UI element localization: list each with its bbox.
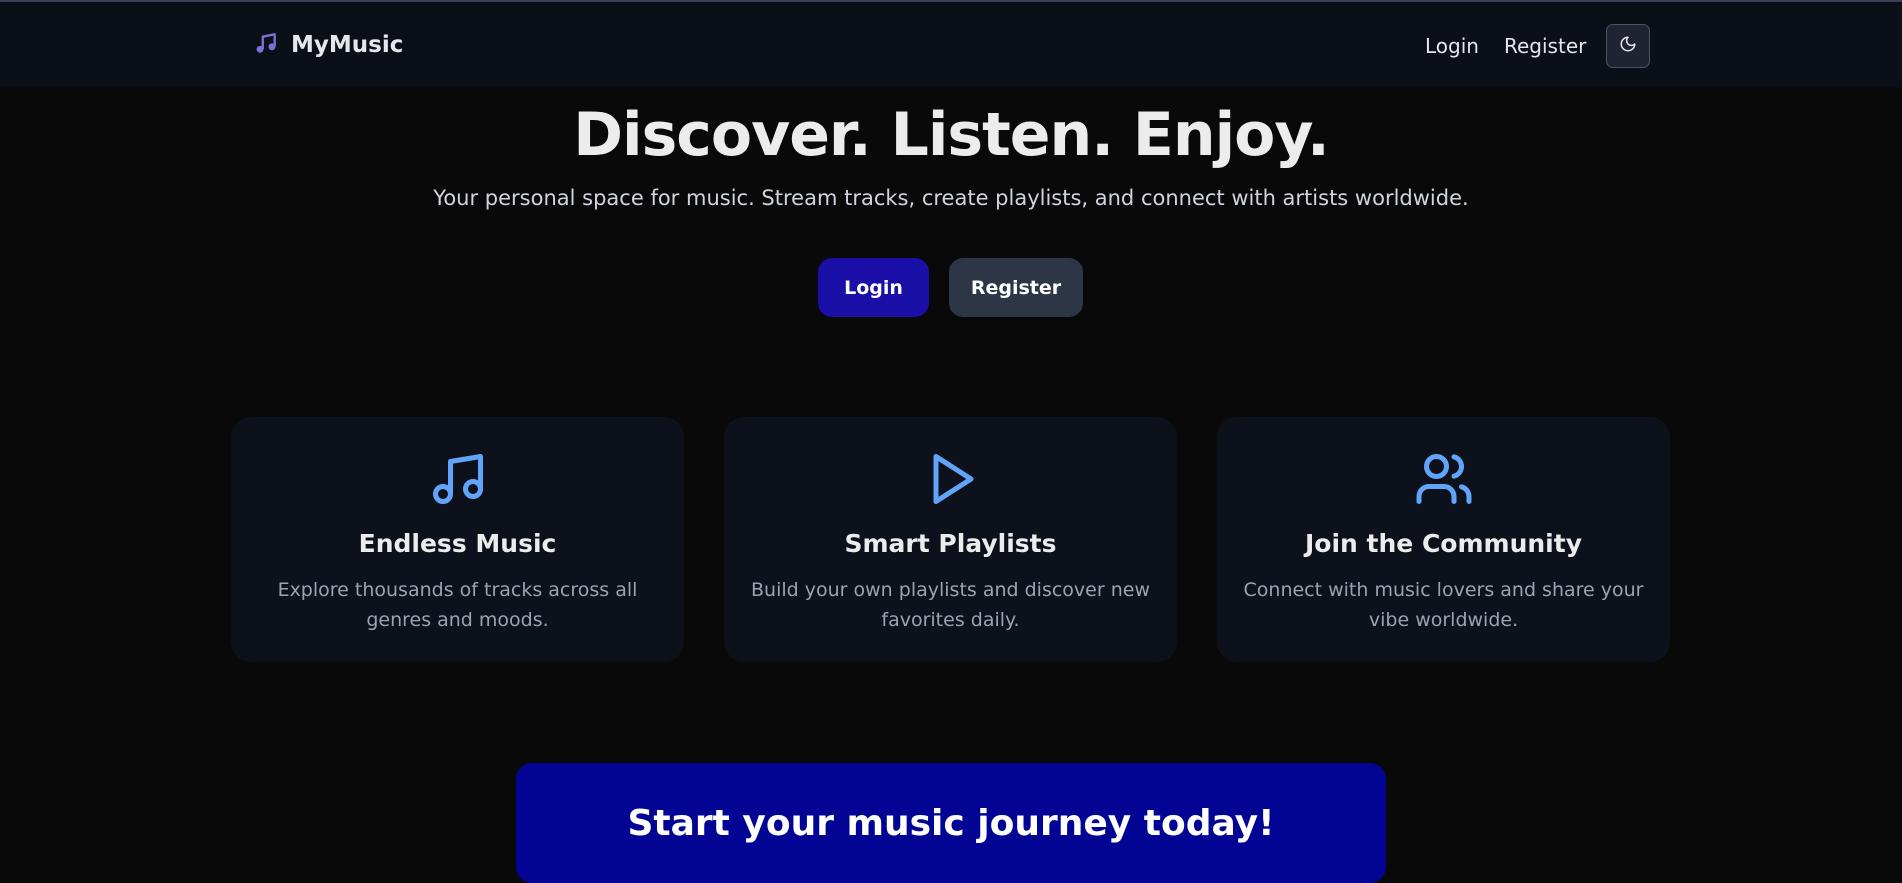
feature-card-community: Join the Community Connect with music lo… — [1217, 417, 1670, 662]
users-icon — [1414, 449, 1474, 513]
brand-name: MyMusic — [291, 32, 404, 58]
brand-logo[interactable]: MyMusic — [253, 30, 403, 60]
feature-title: Endless Music — [358, 529, 557, 558]
music-icon — [428, 449, 488, 513]
feature-description: Explore thousands of tracks across all g… — [277, 579, 638, 631]
feature-description: Connect with music lovers and share your… — [1243, 579, 1644, 631]
play-icon — [921, 449, 981, 513]
theme-toggle-button[interactable] — [1606, 24, 1650, 68]
moon-icon — [1619, 35, 1637, 57]
cta-banner: Start your music journey today! — [516, 763, 1386, 883]
nav-login-link[interactable]: Login — [1425, 34, 1479, 58]
hero-login-button[interactable]: Login — [818, 258, 929, 317]
nav-register-link[interactable]: Register — [1504, 34, 1586, 58]
hero-title: Discover. Listen. Enjoy. — [573, 100, 1330, 170]
hero-register-button[interactable]: Register — [949, 258, 1083, 317]
feature-title: Smart Playlists — [844, 529, 1057, 558]
music-note-icon — [253, 30, 279, 60]
feature-title: Join the Community — [1305, 529, 1582, 558]
feature-description: Build your own playlists and discover ne… — [751, 579, 1150, 631]
hero-subtitle: Your personal space for music. Stream tr… — [433, 186, 1469, 210]
feature-card-playlists: Smart Playlists Build your own playlists… — [724, 417, 1177, 662]
navbar: MyMusic Login Register — [0, 2, 1902, 87]
cta-title: Start your music journey today! — [627, 803, 1275, 844]
feature-card-music: Endless Music Explore thousands of track… — [231, 417, 684, 662]
